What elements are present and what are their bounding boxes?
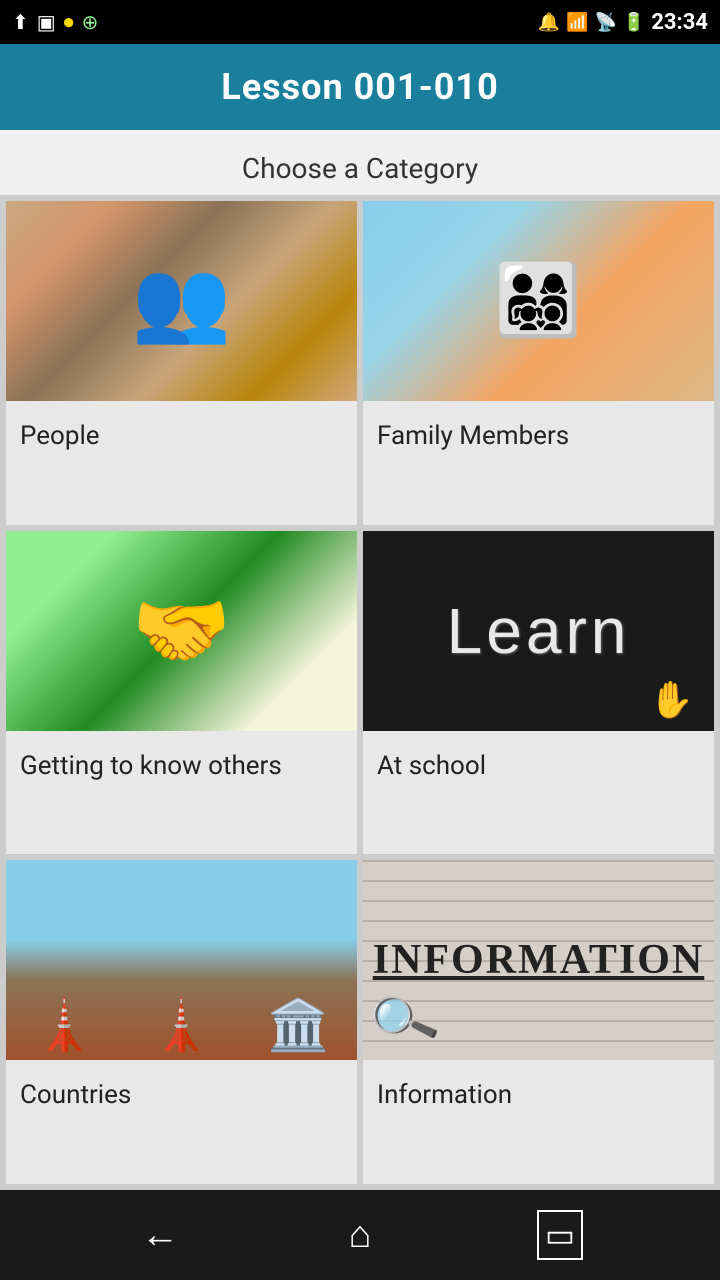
information-image-visual: INFORMATION 🔍	[363, 860, 714, 1060]
information-word: INFORMATION	[373, 936, 705, 984]
category-image-family	[363, 201, 714, 401]
category-image-landmarks: 🗼 🗼 🏛️	[6, 860, 357, 1060]
school-image-visual: Learn ✋	[363, 531, 714, 731]
family-image-visual	[363, 201, 714, 401]
category-image-school: Learn ✋	[363, 531, 714, 731]
back-icon: ←	[141, 1213, 179, 1257]
status-right-icons: 🔔 📶 📡 🔋 23:34	[538, 10, 708, 35]
category-card-family-members[interactable]: Family Members	[363, 201, 714, 525]
app-header: Lesson 001-010	[0, 44, 720, 130]
category-label-getting-to-know: Getting to know others	[6, 731, 357, 801]
record-icon: ⏺	[64, 10, 74, 34]
signal-icon: 📡	[594, 12, 616, 33]
getting-image-visual	[6, 531, 357, 731]
landmark-colosseum: 🏛️	[267, 997, 329, 1055]
category-image-getting	[6, 531, 357, 731]
speed-icon: ⊕	[82, 10, 99, 34]
home-icon: ⌂	[349, 1213, 372, 1257]
category-card-at-school[interactable]: Learn ✋ At school	[363, 531, 714, 855]
hearing-icon: 🔔	[538, 12, 560, 33]
wifi-icon: 📶	[566, 12, 588, 33]
recent-apps-button[interactable]: ▭	[530, 1205, 590, 1265]
back-button[interactable]: ←	[130, 1205, 190, 1265]
category-label-landmarks: Countries	[6, 1060, 357, 1130]
category-image-people	[6, 201, 357, 401]
category-grid: People Family Members Getting to know ot…	[0, 195, 720, 1190]
category-label-family-members: Family Members	[363, 401, 714, 471]
recent-icon: ▭	[537, 1210, 583, 1260]
category-label-information: Information	[363, 1060, 714, 1130]
landmarks-image-visual: 🗼 🗼 🏛️	[6, 860, 357, 1060]
category-card-getting-to-know[interactable]: Getting to know others	[6, 531, 357, 855]
category-card-information[interactable]: INFORMATION 🔍 Information	[363, 860, 714, 1184]
image-icon: ▣	[37, 10, 56, 34]
magnifier-icon: 🔍	[365, 983, 443, 1059]
people-image-visual	[6, 201, 357, 401]
category-card-landmarks[interactable]: 🗼 🗼 🏛️ Countries	[6, 860, 357, 1184]
bottom-navigation: ← ⌂ ▭	[0, 1190, 720, 1280]
learn-text: Learn	[447, 594, 631, 668]
category-card-people[interactable]: People	[6, 201, 357, 525]
chalk-hand-icon: ✋	[649, 679, 694, 721]
time-display: 23:34	[651, 10, 708, 35]
usb-icon: ⬆	[12, 10, 29, 34]
category-label-people: People	[6, 401, 357, 471]
landmark-eiffel: 🗼	[150, 997, 212, 1055]
lesson-title: Lesson 001-010	[0, 66, 720, 108]
category-image-information: INFORMATION 🔍	[363, 860, 714, 1060]
page-subtitle: Choose a Category	[0, 130, 720, 195]
category-label-at-school: At school	[363, 731, 714, 801]
battery-icon: 🔋	[623, 12, 645, 33]
home-button[interactable]: ⌂	[330, 1205, 390, 1265]
status-left-icons: ⬆ ▣ ⏺ ⊕	[12, 10, 98, 34]
landmark-tower: 🗼	[33, 997, 95, 1055]
status-bar: ⬆ ▣ ⏺ ⊕ 🔔 📶 📡 🔋 23:34	[0, 0, 720, 44]
